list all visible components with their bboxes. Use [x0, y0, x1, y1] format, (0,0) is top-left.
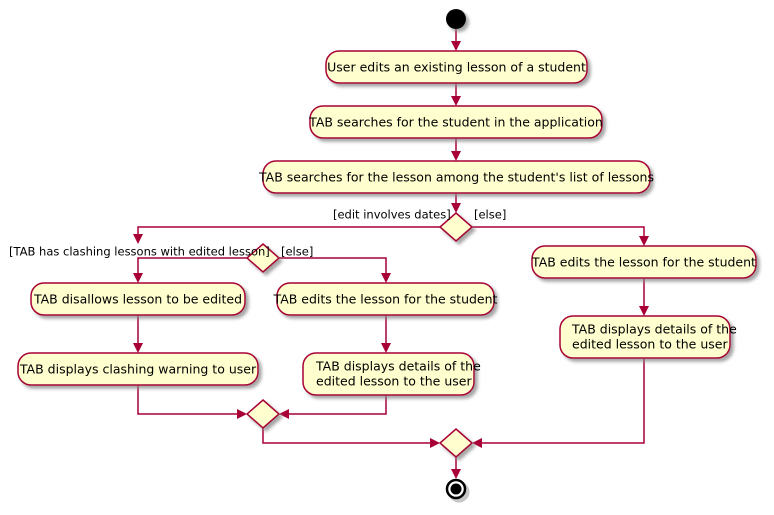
arrowhead-a9-to-m2 — [472, 438, 482, 448]
arrowhead-a7-to-m1 — [279, 409, 289, 419]
activity-a5[interactable]: TAB displays clashing warning to user — [17, 352, 259, 386]
activity-a6[interactable]: TAB edits the lesson for the student — [273, 282, 498, 316]
merge-diamond[interactable] — [245, 399, 281, 429]
activity-a8[interactable]: TAB edits the lesson for the student — [531, 245, 757, 279]
arrowhead-d1-left — [133, 234, 143, 244]
arrowhead-d2-right — [381, 273, 391, 283]
activity-a4[interactable]: TAB disallows lesson to be edited — [30, 282, 246, 316]
arrowhead-a4-to-a5 — [133, 343, 143, 353]
start-node — [446, 9, 466, 29]
arrowhead-start-to-a1 — [451, 41, 461, 51]
arrowhead-a5-to-m1 — [237, 409, 247, 419]
activity-diagram: User edits an existing lesson of a stude… — [9, 9, 757, 503]
guard-label-edit-involves-dates: [edit involves dates] — [333, 208, 451, 222]
edge-a5-to-m1 — [137, 385, 241, 415]
merge-m2[interactable] — [438, 428, 474, 458]
activity-label: TAB disallows lesson to be edited — [33, 292, 242, 307]
edge-d1-left-branch — [137, 226, 440, 238]
guard-label-clashing-lessons: [TAB has clashing lessons with edited le… — [9, 245, 270, 259]
arrowhead-a1-to-a2 — [451, 96, 461, 106]
activity-a9[interactable]: TAB displays details of the edited lesso… — [559, 315, 737, 359]
edge-d2-left-branch — [137, 257, 247, 277]
arrowhead-a6-to-a7 — [381, 343, 391, 353]
arrowhead-d2-left — [133, 273, 143, 283]
end-node-inner-dot — [450, 483, 462, 495]
arrowhead-m1-to-m2 — [430, 438, 440, 448]
end-node — [445, 478, 470, 503]
arrowhead-a2-to-a3 — [451, 151, 461, 161]
activity-a1[interactable]: User edits an existing lesson of a stude… — [325, 50, 588, 84]
activity-label-line2: edited lesson to the user — [572, 337, 728, 352]
guard-label-else-nested: [else] — [281, 245, 313, 259]
activity-diagram-canvas: User edits an existing lesson of a stude… — [0, 0, 774, 515]
edge-d1-right-branch — [472, 226, 645, 240]
activity-a2[interactable]: TAB searches for the student in the appl… — [308, 105, 603, 139]
activity-label: TAB displays clashing warning to user — [19, 362, 257, 377]
arrowhead-d1-right — [639, 236, 649, 246]
activity-label: User edits an existing lesson of a stude… — [327, 60, 586, 75]
edge-m1-to-m2 — [262, 428, 434, 444]
activity-a3[interactable]: TAB searches for the lesson among the st… — [258, 160, 654, 194]
edge-d2-right-branch — [279, 257, 387, 277]
activity-label-line1: TAB displays details of the — [315, 359, 481, 374]
activity-a7[interactable]: TAB displays details of the edited lesso… — [302, 352, 481, 396]
activity-label: TAB edits the lesson for the student — [531, 255, 756, 270]
activity-label-line1: TAB displays details of the — [571, 322, 737, 337]
guard-label-else-top: [else] — [474, 208, 506, 222]
merge-diamond[interactable] — [438, 428, 474, 458]
activity-label-line2: edited lesson to the user — [316, 374, 472, 389]
activity-label: TAB searches for the lesson among the st… — [258, 170, 654, 185]
arrowhead-a3-to-d1 — [451, 203, 461, 213]
activity-label: TAB edits the lesson for the student — [273, 292, 498, 307]
arrowhead-m2-to-end — [451, 469, 461, 479]
arrowhead-a8-to-a9 — [639, 306, 649, 316]
start-node-circle — [446, 9, 466, 29]
merge-m1[interactable] — [245, 399, 281, 429]
guard-labels: [edit involves dates] [else] [TAB has cl… — [9, 208, 506, 259]
activity-label: TAB searches for the student in the appl… — [308, 115, 603, 130]
edge-a9-to-m2 — [478, 358, 645, 444]
edge-a7-to-m1 — [285, 395, 387, 415]
